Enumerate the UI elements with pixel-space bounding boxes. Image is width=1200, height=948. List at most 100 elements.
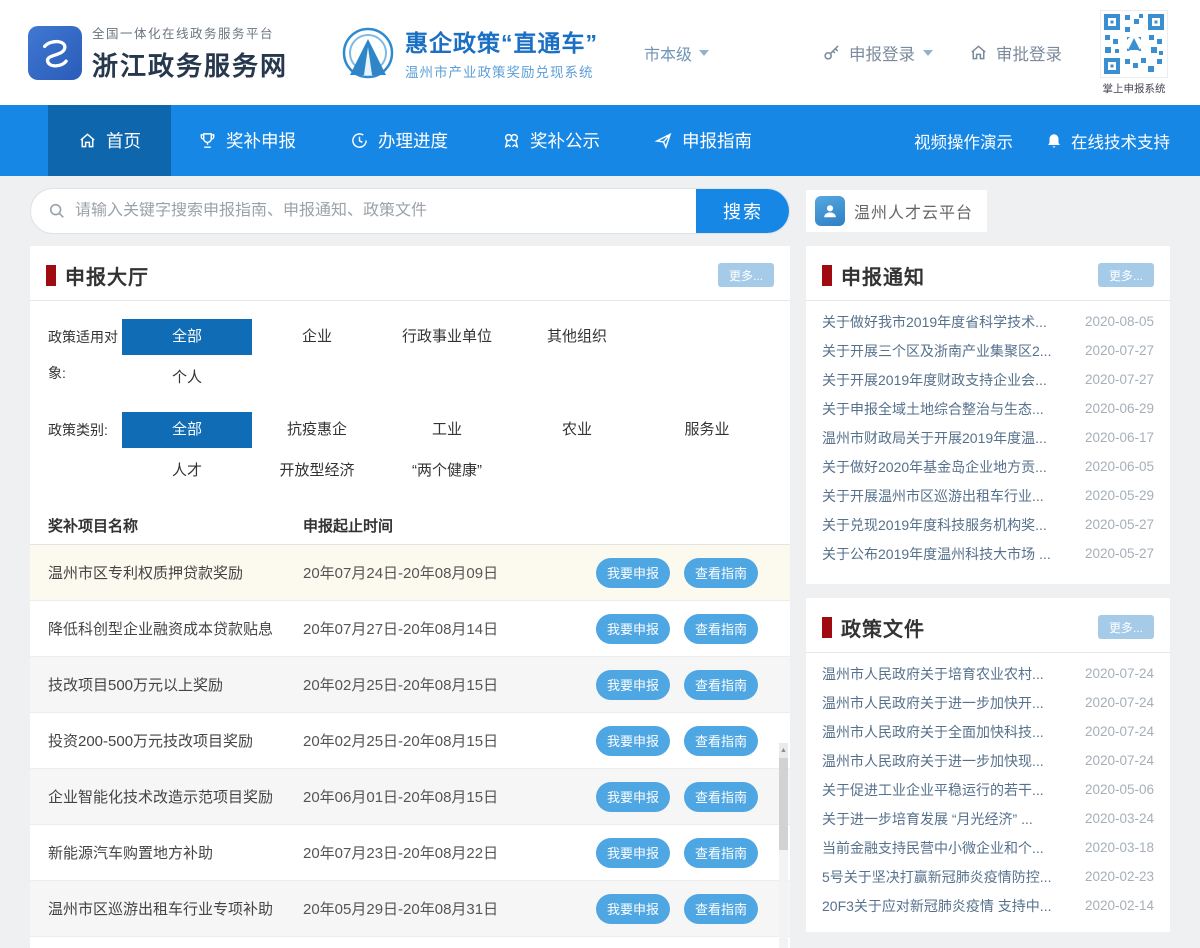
policy-title: 温州市人民政府关于全面加快科技... xyxy=(822,722,1075,742)
policy-item[interactable]: 温州市人民政府关于进一步加快开... 2020-07-24 xyxy=(806,688,1170,717)
tech-support-link[interactable]: 在线技术支持 xyxy=(1045,129,1170,153)
notice-item[interactable]: 关于开展温州市区巡游出租车行业... 2020-05-29 xyxy=(806,481,1170,510)
qr-code xyxy=(1100,10,1168,78)
apply-button[interactable]: 我要申报 xyxy=(596,614,670,644)
nav-tab-home[interactable]: 首页 xyxy=(48,105,171,176)
column-project-name: 奖补项目名称 xyxy=(48,515,303,536)
hall-title: 申报大厅 xyxy=(65,261,149,290)
policy-date: 2020-07-24 xyxy=(1085,666,1154,681)
notice-item[interactable]: 关于开展2019年度财政支持企业会... 2020-07-27 xyxy=(806,365,1170,394)
filter-chip-agriculture[interactable]: 农业 xyxy=(512,412,642,448)
policy-item[interactable]: 关于进一步培育发展 “月光经济” ... 2020-03-24 xyxy=(806,804,1170,833)
policy-item[interactable]: 当前金融支持民营中小微企业和个... 2020-03-18 xyxy=(806,833,1170,862)
search-button[interactable]: 搜索 xyxy=(696,188,790,234)
filter-chip-open-economy[interactable]: 开放型经济 xyxy=(252,453,382,489)
policy-item[interactable]: 温州市人民政府关于培育农业农村... 2020-07-24 xyxy=(806,659,1170,688)
policy-item[interactable]: 5号关于坚决打赢新冠肺炎疫情防控... 2020-02-23 xyxy=(806,862,1170,891)
apply-button[interactable]: 我要申报 xyxy=(596,726,670,756)
filter-chip-talent[interactable]: 人才 xyxy=(122,453,252,489)
system-title: 惠企政策“直通车” xyxy=(405,24,598,58)
policy-date: 2020-02-14 xyxy=(1085,898,1154,913)
search-input[interactable] xyxy=(75,202,696,220)
nav-tab-progress[interactable]: 办理进度 xyxy=(323,105,475,176)
huiqi-logo-icon xyxy=(340,25,396,81)
declare-login-link[interactable]: 申报登录 xyxy=(822,41,933,65)
notices-more-button[interactable]: 更多... xyxy=(1098,263,1154,287)
subsidy-table: 温州市区专利权质押贷款奖励 20年07月24日-20年08月09日 我要申报 查… xyxy=(30,544,790,948)
view-guide-button[interactable]: 查看指南 xyxy=(684,614,758,644)
view-guide-button[interactable]: 查看指南 xyxy=(684,726,758,756)
notice-item[interactable]: 关于做好2020年基金岛企业地方贡... 2020-06-05 xyxy=(806,452,1170,481)
table-row: 投资200-500万元技改项目奖励 20年02月25日-20年08月15日 我要… xyxy=(30,713,790,769)
table-scrollbar[interactable]: ▲ xyxy=(779,743,788,948)
view-guide-button[interactable]: 查看指南 xyxy=(684,838,758,868)
project-name: 温州市区巡游出租车行业专项补助 xyxy=(48,898,303,919)
policy-item[interactable]: 20F3关于应对新冠肺炎疫情 支持中... 2020-02-14 xyxy=(806,891,1170,920)
talent-platform-link[interactable]: 温州人才云平台 xyxy=(806,190,987,232)
notice-title: 关于开展温州市区巡游出租车行业... xyxy=(822,486,1075,506)
notice-item[interactable]: 温州市财政局关于开展2019年度温... 2020-06-17 xyxy=(806,423,1170,452)
policy-title: 温州市人民政府关于进一步加快现... xyxy=(822,751,1075,771)
filter-chip-all-category[interactable]: 全部 xyxy=(122,412,252,448)
apply-button[interactable]: 我要申报 xyxy=(596,838,670,868)
notice-date: 2020-05-29 xyxy=(1085,488,1154,503)
notice-title: 关于兑现2019年度科技服务机构奖... xyxy=(822,515,1075,535)
filter-chip-all[interactable]: 全部 xyxy=(122,319,252,355)
apply-button[interactable]: 我要申报 xyxy=(596,670,670,700)
apply-button[interactable]: 我要申报 xyxy=(596,782,670,812)
approve-login-link[interactable]: 审批登录 xyxy=(969,41,1062,65)
declare-period: 20年07月27日-20年08月14日 xyxy=(303,618,585,639)
nav-tab-guide[interactable]: 申报指南 xyxy=(627,105,779,176)
table-row: 新能源汽车购置地方补助 20年07月23日-20年08月22日 我要申报 查看指… xyxy=(30,825,790,881)
notice-date: 2020-08-05 xyxy=(1085,314,1154,329)
policy-item[interactable]: 关于促进工业企业平稳运行的若干... 2020-05-06 xyxy=(806,775,1170,804)
notice-item[interactable]: 关于做好我市2019年度省科学技术... 2020-08-05 xyxy=(806,307,1170,336)
column-time-range: 申报起止时间 xyxy=(303,515,393,536)
apply-button[interactable]: 我要申报 xyxy=(596,894,670,924)
view-guide-button[interactable]: 查看指南 xyxy=(684,894,758,924)
section-marker xyxy=(822,617,832,638)
view-guide-button[interactable]: 查看指南 xyxy=(684,558,758,588)
policy-date: 2020-03-24 xyxy=(1085,811,1154,826)
application-hall-card: 申报大厅 更多... 政策适用对象: 全部 企业 行政事业单位 其他组织 个人 … xyxy=(30,246,790,948)
table-row: 企业智能化技术改造示范项目奖励 20年06月01日-20年08月15日 我要申报… xyxy=(30,769,790,825)
filter-chip-antiepidemic[interactable]: 抗疫惠企 xyxy=(252,412,382,448)
apply-button[interactable]: 我要申报 xyxy=(596,558,670,588)
filter-chip-individual[interactable]: 个人 xyxy=(122,360,252,396)
notice-date: 2020-07-27 xyxy=(1085,372,1154,387)
filter-chip-admin-unit[interactable]: 行政事业单位 xyxy=(382,319,512,355)
view-guide-button[interactable]: 查看指南 xyxy=(684,782,758,812)
filter-chip-enterprise[interactable]: 企业 xyxy=(252,319,382,355)
filter-chip-two-healths[interactable]: “两个健康” xyxy=(382,453,512,489)
project-name: 温州市区专利权质押贷款奖励 xyxy=(48,562,303,583)
hall-more-button[interactable]: 更多... xyxy=(718,263,774,287)
policy-title: 当前金融支持民营中小微企业和个... xyxy=(822,838,1075,858)
policy-date: 2020-03-18 xyxy=(1085,840,1154,855)
video-demo-link[interactable]: 视频操作演示 xyxy=(914,129,1013,153)
policy-item[interactable]: 温州市人民政府关于进一步加快现... 2020-07-24 xyxy=(806,746,1170,775)
filter-chip-other-org[interactable]: 其他组织 xyxy=(512,319,642,355)
notice-item[interactable]: 关于申报全域土地综合整治与生态... 2020-06-29 xyxy=(806,394,1170,423)
site-name: 浙江政务服务网 xyxy=(92,46,288,83)
bell-icon xyxy=(1045,132,1063,150)
view-guide-button[interactable]: 查看指南 xyxy=(684,670,758,700)
nav-tab-publicity[interactable]: 奖补公示 xyxy=(475,105,627,176)
notice-item[interactable]: 关于兑现2019年度科技服务机构奖... 2020-05-27 xyxy=(806,510,1170,539)
policy-title: 温州市人民政府关于培育农业农村... xyxy=(822,664,1075,684)
policies-more-button[interactable]: 更多... xyxy=(1098,615,1154,639)
region-selector[interactable]: 市本级 xyxy=(644,41,709,65)
policy-title: 温州市人民政府关于进一步加快开... xyxy=(822,693,1075,713)
notice-title: 关于做好2020年基金岛企业地方贡... xyxy=(822,457,1075,477)
notice-item[interactable]: 关于公布2019年度温州科技大市场 ... 2020-05-27 xyxy=(806,539,1170,568)
table-header: 奖补项目名称 申报起止时间 xyxy=(30,505,790,544)
notice-date: 2020-05-27 xyxy=(1085,546,1154,561)
main-nav: 首页 奖补申报 办理进度 奖补公示 申报指南 视频操作演示 在线技术支持 xyxy=(0,105,1200,176)
policy-date: 2020-02-23 xyxy=(1085,869,1154,884)
notice-item[interactable]: 关于开展三个区及浙南产业集聚区2... 2020-07-27 xyxy=(806,336,1170,365)
policy-item[interactable]: 温州市人民政府关于全面加快科技... 2020-07-24 xyxy=(806,717,1170,746)
filter-chip-service[interactable]: 服务业 xyxy=(642,412,772,448)
scrollbar-thumb[interactable] xyxy=(779,758,788,850)
filter-chip-industry[interactable]: 工业 xyxy=(382,412,512,448)
scrollbar-up-arrow[interactable]: ▲ xyxy=(779,743,788,758)
nav-tab-declare[interactable]: 奖补申报 xyxy=(171,105,323,176)
